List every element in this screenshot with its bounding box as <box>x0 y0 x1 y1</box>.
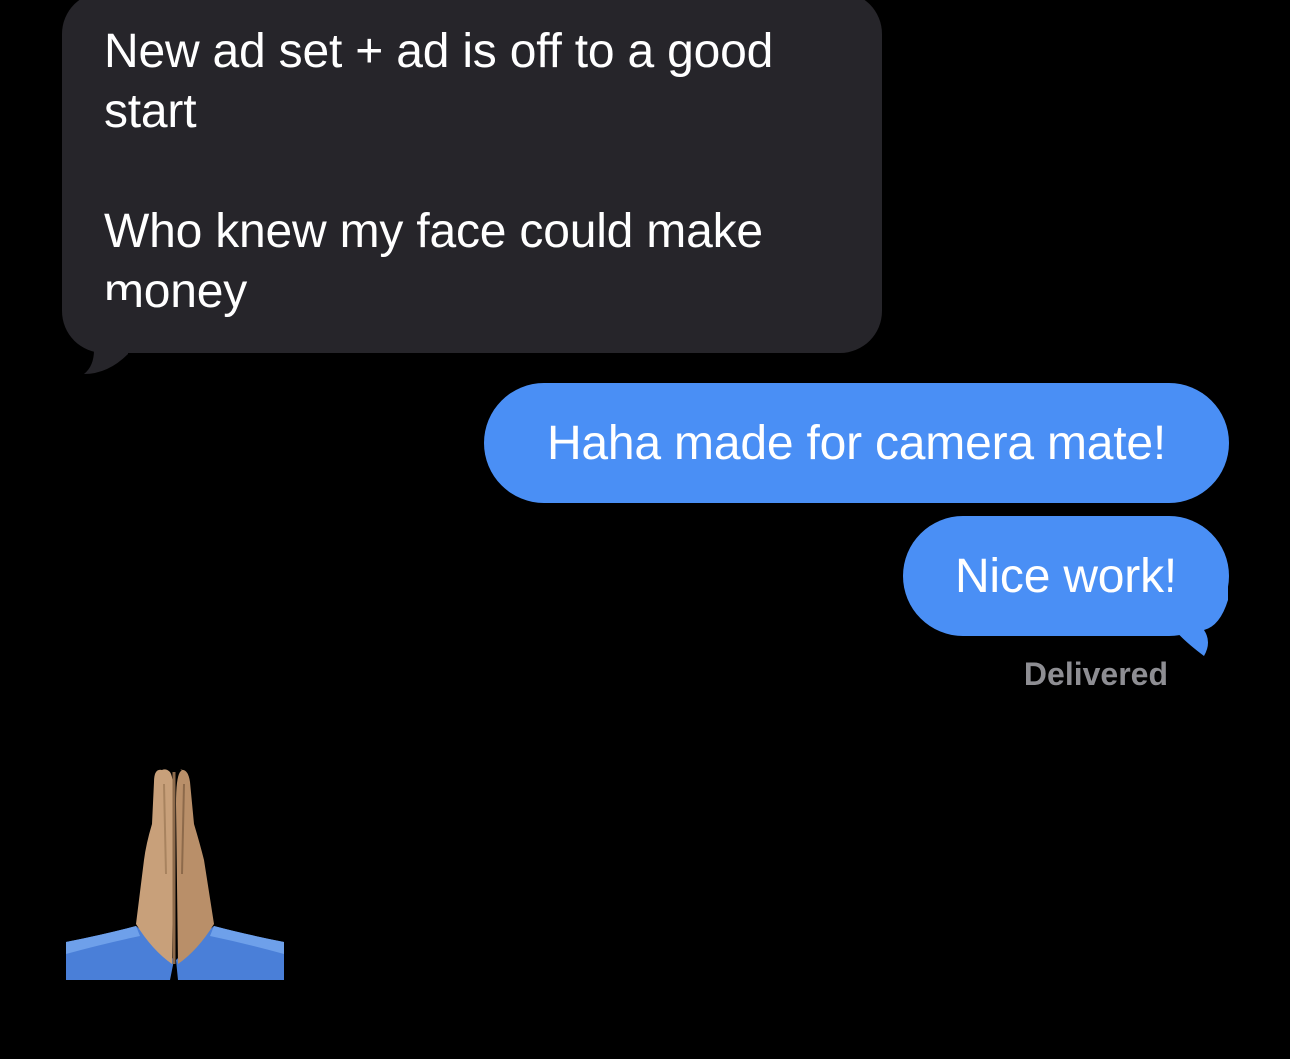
praying-hands-icon[interactable] <box>66 764 284 982</box>
delivery-status: Delivered <box>1023 656 1168 692</box>
outgoing-bubble-tail <box>1172 586 1228 656</box>
incoming-message-line: New ad set + ad is off to a good <box>104 25 774 78</box>
incoming-bubble-tail <box>84 300 128 374</box>
incoming-message-line: start <box>104 85 197 138</box>
outgoing-message-bubble[interactable]: Haha made for camera mate! <box>484 383 1229 503</box>
incoming-message-line: money <box>104 265 248 318</box>
incoming-message-bubble[interactable]: New ad set + ad is off to a good start W… <box>62 0 882 353</box>
incoming-message-line: Who knew my face could make <box>104 205 763 258</box>
